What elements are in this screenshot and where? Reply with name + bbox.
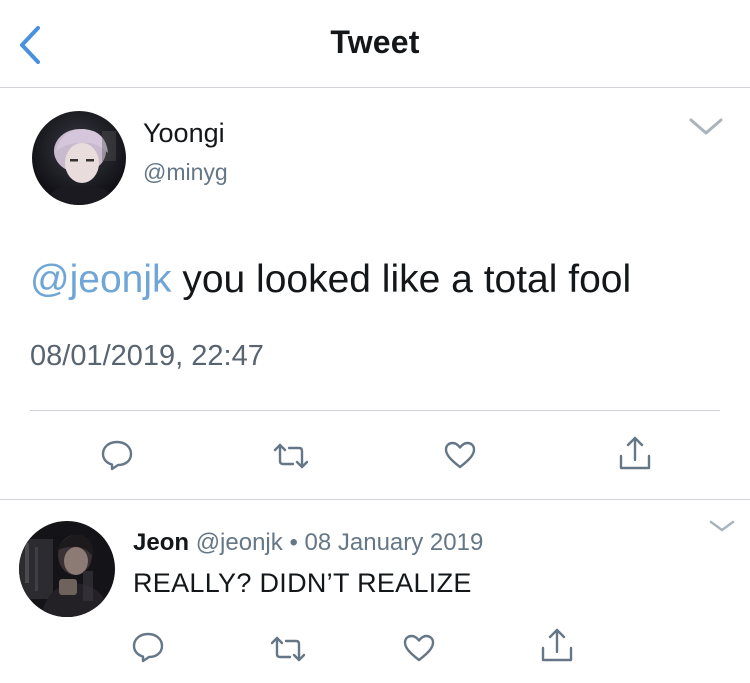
- retweet-button[interactable]: [271, 441, 311, 476]
- heart-icon: [403, 634, 435, 662]
- reply-like-button[interactable]: [402, 633, 436, 668]
- tweet-text: @jeonjk you looked like a total fool: [30, 258, 631, 302]
- reply-icon: [101, 440, 133, 471]
- top-bar: Tweet: [0, 0, 750, 88]
- share-icon: [619, 436, 651, 470]
- divider: [30, 410, 720, 411]
- mention-link[interactable]: @jeonjk: [30, 258, 172, 301]
- reply-text: REALLY? DIDN’T REALIZE: [133, 568, 472, 598]
- share-button[interactable]: [617, 434, 653, 477]
- chevron-down-icon: [709, 520, 735, 532]
- chevron-down-icon: [689, 118, 723, 135]
- reply-date[interactable]: 08 January 2019: [305, 529, 484, 556]
- reply-share-button[interactable]: [539, 626, 575, 669]
- reply-author-handle[interactable]: @jeonjk: [196, 529, 283, 556]
- reply-author-name[interactable]: Jeon: [133, 529, 189, 556]
- reply-avatar[interactable]: [19, 521, 115, 617]
- share-icon: [541, 628, 573, 662]
- author-name[interactable]: Yoongi: [143, 118, 225, 149]
- reply-header: Jeon @jeonjk • 08 January 2019: [133, 529, 483, 557]
- reply-reply-button[interactable]: [131, 630, 165, 669]
- heart-icon: [444, 441, 476, 469]
- reply-separator: •: [289, 529, 298, 556]
- retweet-icon: [270, 636, 306, 662]
- author-handle[interactable]: @minyg: [143, 159, 228, 186]
- avatar[interactable]: [32, 111, 126, 205]
- tweet-body: you looked like a total fool: [171, 258, 632, 301]
- page-title: Tweet: [330, 24, 420, 60]
- divider: [0, 499, 750, 500]
- tweet-timestamp: 08/01/2019, 22:47: [30, 340, 264, 372]
- reply-button[interactable]: [100, 438, 134, 477]
- retweet-icon: [273, 443, 309, 469]
- reply-menu-button[interactable]: [708, 518, 736, 534]
- reply-icon: [132, 632, 164, 663]
- like-button[interactable]: [443, 440, 477, 475]
- reply-retweet-button[interactable]: [268, 634, 308, 669]
- tweet-menu-button[interactable]: [688, 116, 724, 138]
